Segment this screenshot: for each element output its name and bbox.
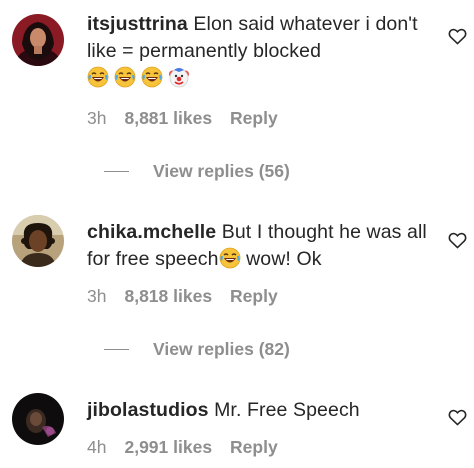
comment-timestamp: 3h bbox=[87, 286, 107, 306]
view-replies-button[interactable]: View replies (56) bbox=[104, 161, 290, 182]
comment-username[interactable]: chika.mchelle bbox=[87, 221, 216, 243]
comment-text: chika.mchelle But I thought he was all f… bbox=[87, 219, 427, 273]
comment-meta: 4h 2,991 likes Reply bbox=[87, 437, 278, 458]
like-heart-icon[interactable] bbox=[448, 231, 467, 249]
emoji-row bbox=[87, 66, 427, 88]
comment-timestamp: 3h bbox=[87, 108, 107, 128]
laughing-crying-emoji bbox=[141, 66, 163, 88]
likes-count[interactable]: 2,991 likes bbox=[124, 437, 212, 458]
clown-emoji bbox=[169, 68, 189, 88]
comment-text: itsjusttrina Elon said whatever i don't … bbox=[87, 11, 427, 65]
avatar[interactable] bbox=[12, 393, 64, 445]
avatar[interactable] bbox=[12, 14, 64, 66]
comment-username[interactable]: itsjusttrina bbox=[87, 13, 188, 35]
view-replies-label: View replies (82) bbox=[153, 339, 290, 359]
comment-meta: 3h 8,881 likes Reply bbox=[87, 108, 278, 129]
avatar[interactable] bbox=[12, 215, 64, 267]
view-replies-label: View replies (56) bbox=[153, 161, 290, 181]
laughing-crying-emoji bbox=[219, 247, 240, 269]
comment-text: jibolastudios Mr. Free Speech bbox=[87, 397, 427, 424]
likes-count[interactable]: 8,818 likes bbox=[124, 286, 212, 307]
likes-count[interactable]: 8,881 likes bbox=[124, 108, 212, 129]
replies-divider-line bbox=[104, 171, 129, 172]
comment-meta: 3h 8,818 likes Reply bbox=[87, 286, 278, 307]
comment-body-end: wow! Ok bbox=[240, 248, 322, 270]
reply-button[interactable]: Reply bbox=[230, 108, 278, 129]
comment-body: Mr. Free Speech bbox=[214, 399, 360, 421]
laughing-crying-emoji bbox=[114, 66, 136, 88]
like-heart-icon[interactable] bbox=[448, 408, 467, 426]
like-heart-icon[interactable] bbox=[448, 27, 467, 45]
comment-username[interactable]: jibolastudios bbox=[87, 399, 209, 421]
reply-button[interactable]: Reply bbox=[230, 437, 278, 458]
comment-timestamp: 4h bbox=[87, 437, 107, 457]
view-replies-button[interactable]: View replies (82) bbox=[104, 339, 290, 360]
replies-divider-line bbox=[104, 349, 129, 350]
reply-button[interactable]: Reply bbox=[230, 286, 278, 307]
laughing-crying-emoji bbox=[87, 66, 109, 88]
